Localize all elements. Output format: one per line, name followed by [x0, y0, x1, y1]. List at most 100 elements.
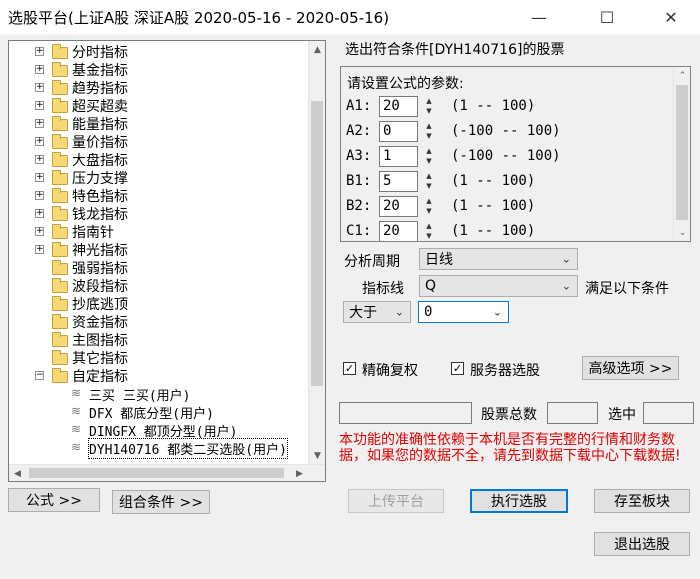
folder-icon — [52, 260, 68, 275]
expand-icon[interactable]: + — [35, 101, 44, 110]
combo-condition-button[interactable]: 组合条件 >> — [112, 490, 210, 514]
tree-folder-item[interactable]: − 自定指标 — [9, 367, 309, 385]
spin-up-icon[interactable]: ▲ — [421, 221, 437, 231]
tree-folder-item[interactable]: + 指南针 — [9, 223, 309, 241]
param-value-input[interactable]: 0 — [379, 121, 418, 142]
expand-icon[interactable]: + — [35, 245, 44, 254]
param-spinner[interactable]: ▲ ▼ — [421, 221, 437, 241]
spin-up-icon[interactable]: ▲ — [421, 196, 437, 206]
param-value-input[interactable]: 20 — [379, 196, 418, 217]
param-spinner[interactable]: ▲ ▼ — [421, 96, 437, 117]
server-select-checkbox[interactable]: ✓ — [451, 362, 464, 375]
spin-down-icon[interactable]: ▼ — [421, 231, 437, 241]
scroll-right-icon[interactable]: ▶ — [291, 465, 308, 481]
exact-fq-checkbox[interactable]: ✓ — [343, 362, 356, 375]
param-scroll-thumb[interactable] — [676, 85, 688, 220]
expand-icon[interactable]: + — [35, 47, 44, 56]
tree-folder-item[interactable]: + 能量指标 — [9, 115, 309, 133]
formula-button[interactable]: 公式 >> — [8, 488, 100, 512]
spin-up-icon[interactable]: ▲ — [421, 146, 437, 156]
expand-icon[interactable]: + — [35, 155, 44, 164]
spin-down-icon[interactable]: ▼ — [421, 131, 437, 141]
param-value-input[interactable]: 5 — [379, 171, 418, 192]
folder-icon — [52, 170, 68, 185]
scroll-left-icon[interactable]: ◀ — [9, 465, 26, 481]
tree-horizontal-scrollbar[interactable]: ◀ ▶ — [9, 464, 325, 481]
param-name: B1: — [346, 173, 372, 189]
indicator-tree[interactable]: + 分时指标 + 基金指标 + 趋势指标 + 超买超卖 + 能量指标 + 量价指标 + 大盘指标 + 压力支撑… — [8, 40, 326, 482]
tree-folder-item[interactable]: 资金指标 — [9, 313, 309, 331]
tree-folder-item[interactable]: + 量价指标 — [9, 133, 309, 151]
expand-icon[interactable]: + — [35, 65, 44, 74]
param-scroll-up-icon[interactable]: ⌃ — [674, 67, 690, 84]
tree-folder-item[interactable]: + 分时指标 — [9, 43, 309, 61]
tree-folder-item[interactable]: 波段指标 — [9, 277, 309, 295]
spin-down-icon[interactable]: ▼ — [421, 206, 437, 216]
spin-down-icon[interactable]: ▼ — [421, 106, 437, 116]
tree-folder-item[interactable]: 抄底逃顶 — [9, 295, 309, 313]
param-spinner[interactable]: ▲ ▼ — [421, 146, 437, 167]
period-select[interactable]: 日线 ⌄ — [419, 248, 578, 270]
tree-item-label: 三买 三买(用户) — [89, 388, 191, 404]
folder-open-icon — [52, 368, 68, 383]
tree-folder-item[interactable]: + 神光指标 — [9, 241, 309, 259]
param-scroll-down-icon[interactable]: ⌄ — [674, 224, 690, 241]
param-value-input[interactable]: 20 — [379, 96, 418, 117]
execute-selection-button[interactable]: 执行选股 — [470, 489, 568, 513]
tree-formula-item[interactable]: ≋ 三买 三买(用户) — [9, 385, 309, 404]
server-select-label: 服务器选股 — [470, 363, 540, 379]
tree-folder-item[interactable]: 强弱指标 — [9, 259, 309, 277]
tree-folder-item[interactable]: 其它指标 — [9, 349, 309, 367]
spin-down-icon[interactable]: ▼ — [421, 181, 437, 191]
tree-formula-item[interactable]: ≋ DINGFX 都顶分型(用户) — [9, 421, 309, 440]
spin-up-icon[interactable]: ▲ — [421, 171, 437, 181]
param-value-input[interactable]: 20 — [379, 221, 418, 241]
expand-icon[interactable]: + — [35, 119, 44, 128]
spin-up-icon[interactable]: ▲ — [421, 121, 437, 131]
param-spinner[interactable]: ▲ ▼ — [421, 196, 437, 217]
tree-folder-item[interactable]: + 特色指标 — [9, 187, 309, 205]
scroll-down-icon[interactable]: ▼ — [309, 447, 325, 464]
scroll-thumb[interactable] — [311, 101, 323, 386]
tree-folder-item[interactable]: + 基金指标 — [9, 61, 309, 79]
expand-icon[interactable]: + — [35, 173, 44, 182]
param-value-input[interactable]: 1 — [379, 146, 418, 167]
tree-folder-item[interactable]: + 大盘指标 — [9, 151, 309, 169]
indicator-select[interactable]: Q ⌄ — [419, 275, 578, 297]
upload-platform-button[interactable]: 上传平台 — [348, 489, 444, 513]
tree-folder-item[interactable]: 主图指标 — [9, 331, 309, 349]
warning-text: 本功能的准确性依赖于本机是否有完整的行情和财务数据，如果您的数据不全，请先到数据… — [339, 432, 681, 464]
expand-icon[interactable]: + — [35, 137, 44, 146]
tree-folder-item[interactable]: + 钱龙指标 — [9, 205, 309, 223]
expand-icon[interactable]: + — [35, 191, 44, 200]
hscroll-thumb[interactable] — [29, 468, 284, 478]
collapse-icon[interactable]: − — [35, 371, 44, 380]
chevron-down-icon: ⌄ — [561, 279, 571, 293]
compare-select[interactable]: 大于 ⌄ — [343, 301, 411, 323]
param-spinner[interactable]: ▲ ▼ — [421, 121, 437, 142]
save-to-block-button[interactable]: 存至板块 — [594, 489, 690, 513]
expand-icon[interactable]: + — [35, 83, 44, 92]
tree-folder-item[interactable]: + 超买超卖 — [9, 97, 309, 115]
exit-button[interactable]: 退出选股 — [594, 532, 690, 556]
param-spinner[interactable]: ▲ ▼ — [421, 171, 437, 192]
tree-folder-item[interactable]: + 压力支撑 — [9, 169, 309, 187]
expand-icon[interactable]: + — [35, 227, 44, 236]
tree-item-label: 特色指标 — [72, 189, 128, 205]
expand-icon[interactable]: + — [35, 209, 44, 218]
chevron-down-icon: ⌄ — [394, 305, 404, 319]
tree-formula-item[interactable]: ≋ DYH140716 都类二买选股(用户) — [9, 437, 309, 459]
param-scrollbar[interactable]: ⌃ ⌄ — [673, 67, 690, 241]
scroll-up-icon[interactable]: ▲ — [309, 41, 325, 58]
spin-up-icon[interactable]: ▲ — [421, 96, 437, 106]
minimize-icon[interactable]: — — [516, 0, 562, 34]
close-icon[interactable]: ✕ — [648, 0, 694, 34]
advanced-options-button[interactable]: 高级选项 >> — [582, 356, 679, 380]
maximize-icon[interactable]: ☐ — [584, 0, 630, 34]
tree-folder-item[interactable]: + 趋势指标 — [9, 79, 309, 97]
threshold-input[interactable]: 0 ⌄ — [418, 301, 509, 323]
tree-formula-item[interactable]: ≋ DFX 都底分型(用户) — [9, 403, 309, 422]
spin-down-icon[interactable]: ▼ — [421, 156, 437, 166]
folder-icon — [52, 332, 68, 347]
tree-vertical-scrollbar[interactable]: ▲ ▼ — [308, 41, 325, 481]
